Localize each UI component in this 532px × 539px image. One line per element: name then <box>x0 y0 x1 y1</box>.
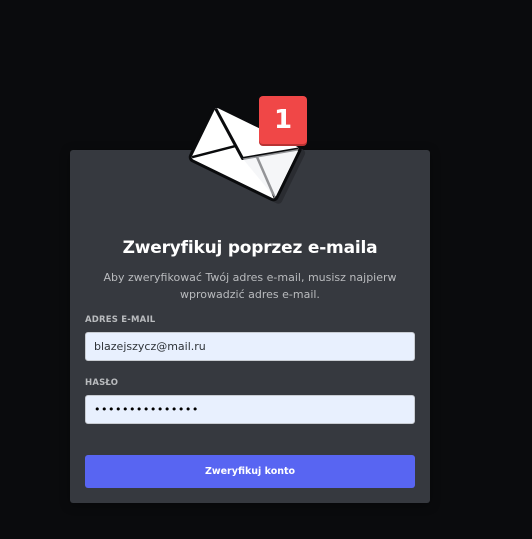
page: 1 Zweryfikuj poprzez e-maila Aby zweryfi… <box>0 0 532 539</box>
password-label: HASŁO <box>85 378 119 388</box>
card-title: Zweryfikuj poprzez e-maila <box>122 238 378 258</box>
verify-account-button[interactable]: Zweryfikuj konto <box>85 455 415 488</box>
envelope-illustration: 1 <box>175 96 325 206</box>
card-subtitle: Aby zweryfikować Twój adres e-mail, musi… <box>103 271 397 301</box>
notification-badge: 1 <box>259 96 307 144</box>
notification-count: 1 <box>273 105 293 135</box>
password-field[interactable] <box>85 395 415 424</box>
email-field[interactable] <box>85 332 415 361</box>
email-label: ADRES E-MAIL <box>85 315 156 325</box>
